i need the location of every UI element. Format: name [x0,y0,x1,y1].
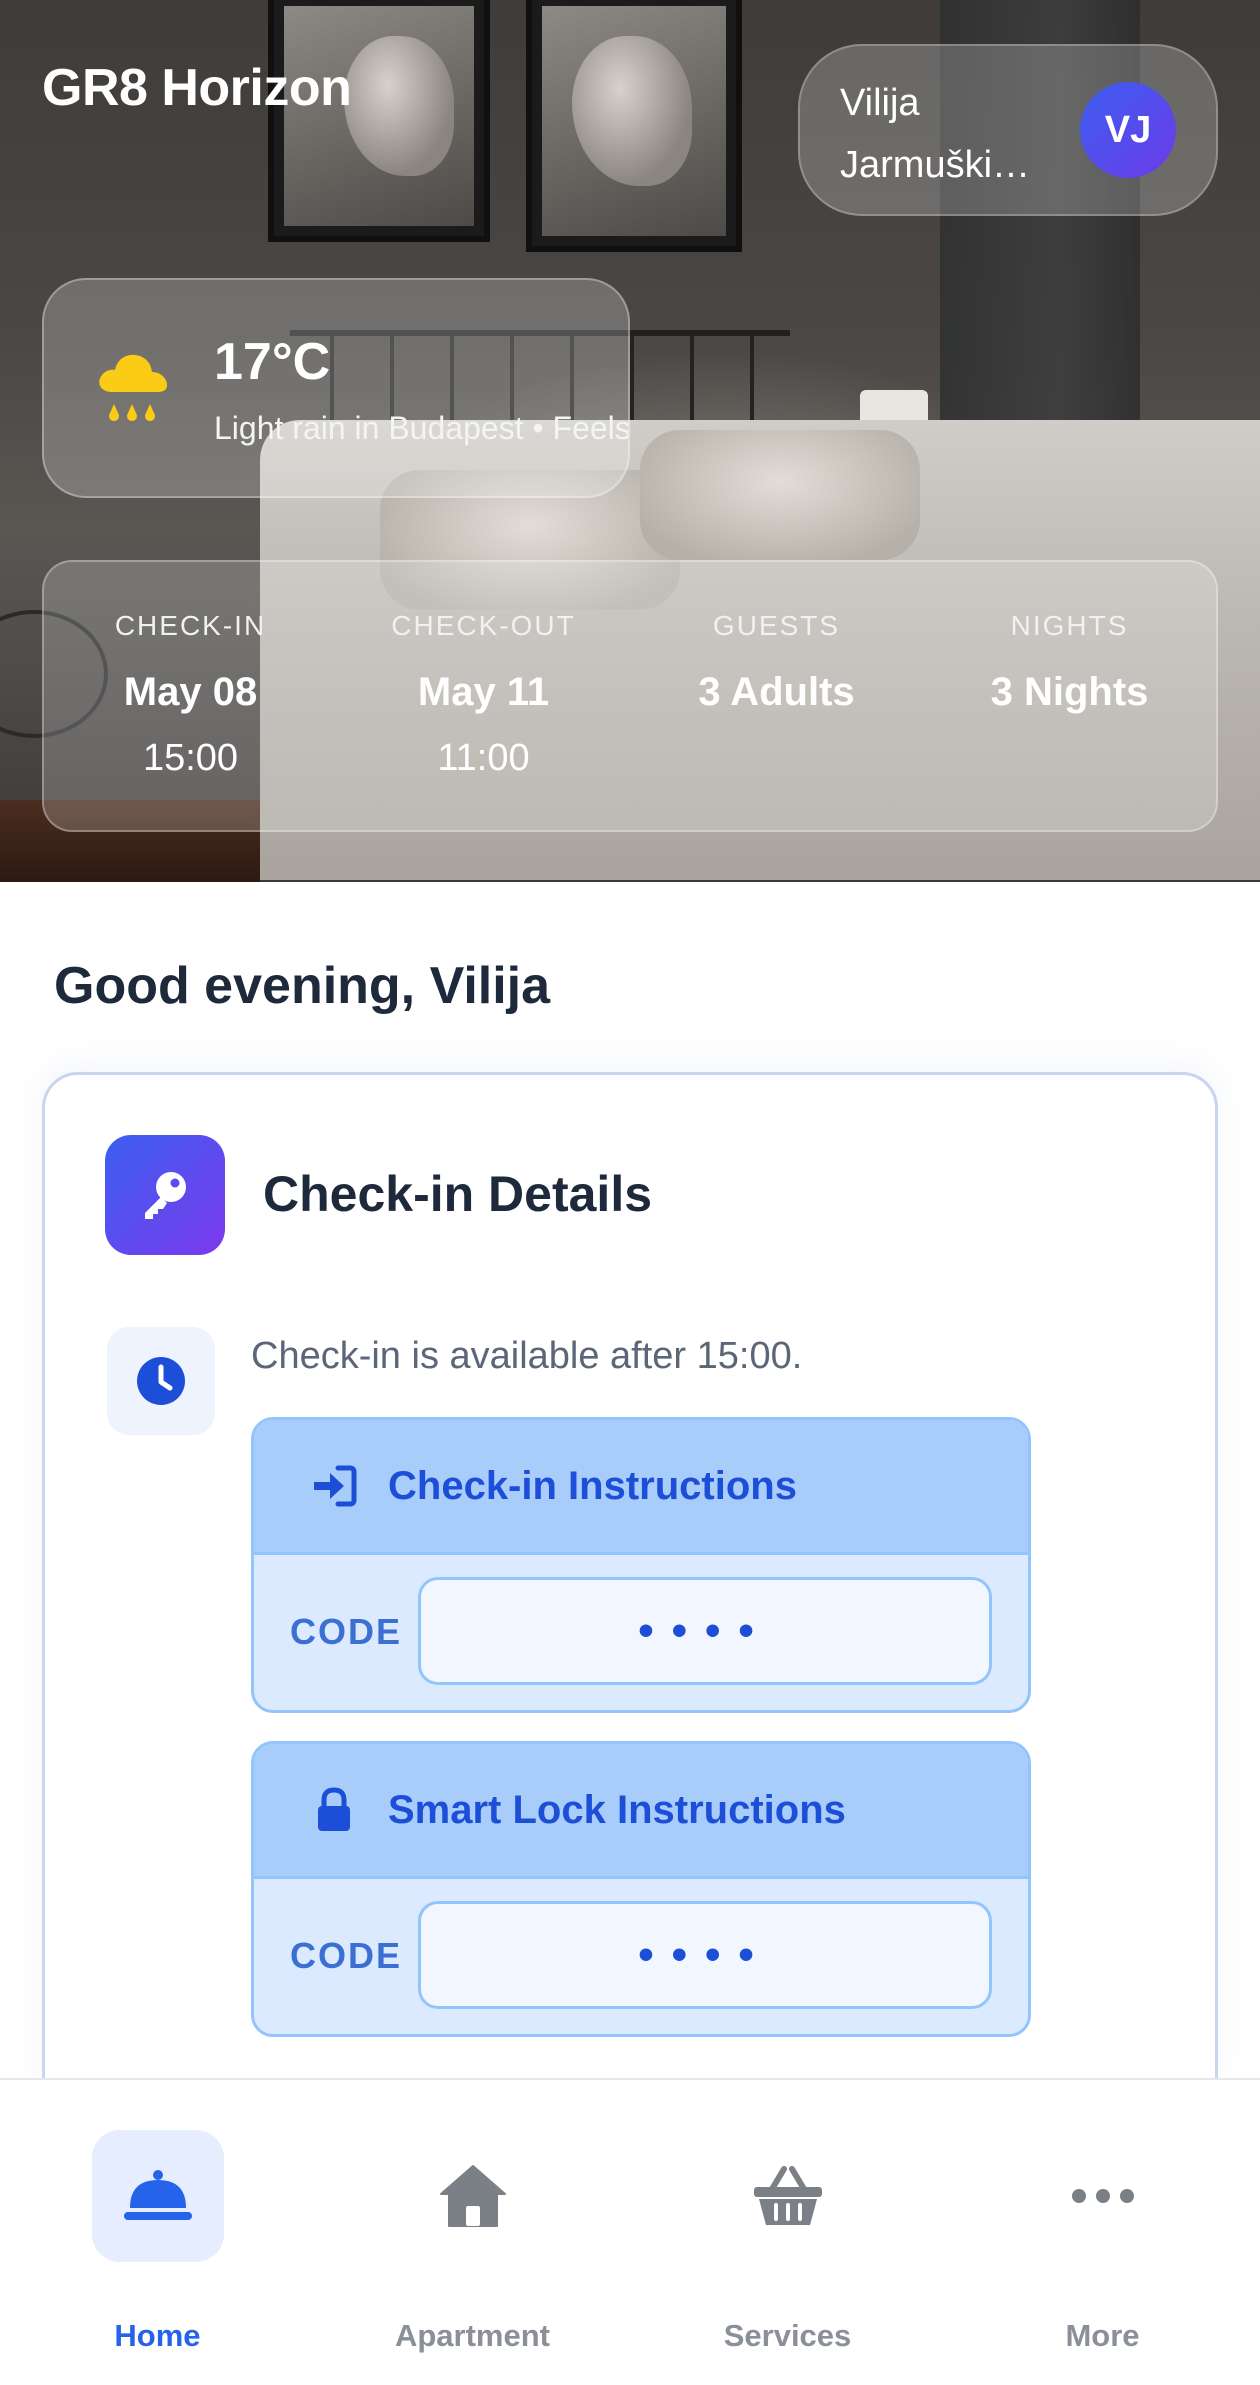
smart-lock-instructions-header[interactable]: Smart Lock Instructions [254,1744,1028,1876]
nav-apartment[interactable]: Apartment [315,2080,630,2385]
check-in-instructions[interactable]: Check-in Instructions CODE •••• [251,1417,1031,1713]
clock-icon [107,1327,215,1435]
wall-art-right [526,0,742,252]
smart-lock-instructions-title: Smart Lock Instructions [388,1787,846,1832]
weather-widget: 17°C Light rain in Budapest • Feels [42,278,630,498]
basket-icon [722,2130,854,2262]
nav-home-label: Home [114,2318,201,2353]
concierge-bell-icon [91,2130,224,2262]
pillow [640,430,920,560]
smart-lock-instructions[interactable]: Smart Lock Instructions CODE •••• [251,1741,1031,2037]
bottom-navigation: Home Apartment Services More [0,2078,1260,2385]
avatar: VJ [1080,82,1176,178]
check-out-label: CHECK-OUT [391,610,576,641]
rain-cloud-icon [94,346,170,426]
lock-icon [298,1774,370,1846]
check-in-time: 15:00 [142,737,239,779]
check-in-details-card: Check-in Details Check-in is available a… [42,1072,1218,2112]
stay-summary: CHECK-IN May 08 15:00 CHECK-OUT May 11 1… [42,560,1218,832]
guests-label: GUESTS [712,610,841,641]
more-dots-icon [1037,2130,1169,2262]
card-title: Check-in Details [263,1166,653,1222]
nav-more[interactable]: More [945,2080,1260,2385]
key-icon [105,1135,225,1255]
user-first-name: Vilija [840,82,920,124]
sign-in-icon [298,1450,370,1522]
user-name: Vilija Jarmuški… [840,72,1070,196]
check-in-code-row: CODE •••• [254,1552,1028,1710]
check-in-label: CHECK-IN [114,610,267,641]
nights-value: 3 Nights [990,670,1149,714]
stay-check-out: CHECK-OUT May 11 11:00 [337,562,630,830]
house-icon [407,2130,539,2262]
nav-home[interactable]: Home [0,2080,315,2385]
stay-nights: NIGHTS 3 Nights [923,562,1216,830]
check-out-date: May 11 [417,670,550,714]
nav-more-label: More [1065,2318,1140,2353]
nights-label: NIGHTS [1010,610,1129,641]
check-in-code-field[interactable]: •••• [418,1577,992,1685]
user-last-name: Jarmuški… [840,144,1031,186]
check-out-time: 11:00 [437,737,530,779]
nav-services-label: Services [723,2318,852,2353]
check-in-instructions-title: Check-in Instructions [388,1463,797,1508]
nav-services[interactable]: Services [630,2080,945,2385]
smart-lock-code-row: CODE •••• [254,1876,1028,2034]
check-in-availability: Check-in is available after 15:00. [251,1335,803,1377]
nav-apartment-label: Apartment [394,2318,550,2353]
greeting: Good evening, Vilija [54,957,551,1015]
hero-banner: GR8 Horizon Vilija Jarmuški… VJ 17°C Lig… [0,0,1260,882]
check-in-instructions-header[interactable]: Check-in Instructions [254,1420,1028,1552]
stay-check-in: CHECK-IN May 08 15:00 [44,562,337,830]
user-profile-chip[interactable]: Vilija Jarmuški… VJ [798,44,1218,216]
check-in-date: May 08 [123,670,258,714]
code-label: CODE [290,1935,403,1976]
code-label: CODE [290,1611,403,1652]
wall-art-left [268,0,490,242]
stay-guests: GUESTS 3 Adults [630,562,923,830]
guests-value: 3 Adults [698,670,855,714]
app-title: GR8 Horizon [42,59,352,117]
weather-temperature: 17°C [214,333,331,391]
weather-description: Light rain in Budapest • Feels [214,410,630,446]
smart-lock-code-field[interactable]: •••• [418,1901,992,2009]
